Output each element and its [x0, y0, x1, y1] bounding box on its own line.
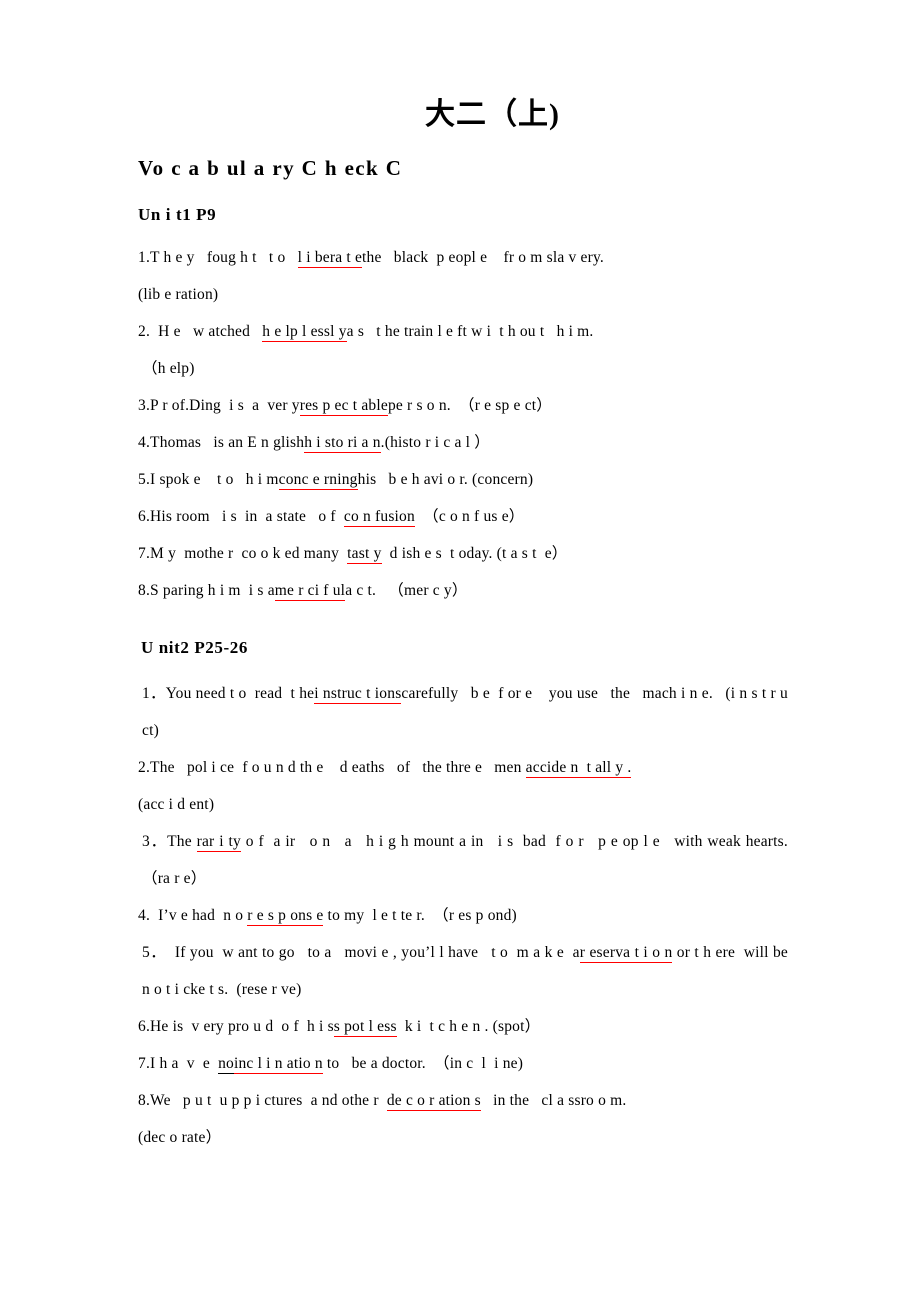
- cue-word: （h elp): [142, 359, 195, 377]
- item-answer: l i bera t e: [297, 248, 363, 268]
- item-answer-prefix: no: [218, 1055, 234, 1075]
- exercise-item: 8.We p u t u p p i ctures a nd othe r de…: [138, 1082, 788, 1119]
- item-text-before: We p u t u p p i ctures a nd othe r: [150, 1092, 387, 1110]
- exercise-item: 5． If you w ant to go to a movi e , you’…: [138, 934, 788, 1008]
- item-text-after: the black p eopl e fr o m sla v ery.: [362, 248, 605, 266]
- item-text-after: a c t. （mer c y）: [345, 581, 468, 599]
- exercise-item: 7.I h a v e noinc l i n atio n to be a d…: [138, 1045, 788, 1082]
- item-text-before: The: [167, 833, 197, 851]
- exercise-cue: （h elp): [138, 350, 788, 387]
- item-text-after: to my l e t te r. （r es p ond): [323, 907, 517, 925]
- exercise-cue: (dec o rate）: [138, 1119, 788, 1156]
- item-text-before: T h e y foug h t t o: [150, 248, 298, 266]
- exercise-item: 5.I spok e t o h i mconc e rninghis b e …: [138, 461, 788, 498]
- item-text-after: .(histo r i c a l ）: [380, 433, 490, 451]
- item-text-before: I spok e t o h i m: [150, 470, 279, 488]
- item-text-before: H e w atched: [150, 322, 263, 340]
- item-answer: me r ci f ul: [274, 581, 346, 601]
- item-text-after: to be a doctor. （in c l i ne): [322, 1055, 524, 1073]
- item-number: 8.: [138, 1092, 151, 1110]
- item-text-after: k i t c h e n . (spot）: [396, 1018, 541, 1036]
- item-number: 4.: [138, 433, 151, 451]
- item-text-before: Thomas is an E n glish: [150, 433, 305, 451]
- item-number: 3.: [138, 396, 151, 414]
- item-answer: s pot l ess: [333, 1018, 397, 1038]
- item-text-before: M y mothe r co o k ed many: [150, 544, 348, 562]
- item-text-after: his b e h avi o r. (concern): [357, 470, 534, 488]
- item-text-before: His room i s in a state o f: [150, 507, 344, 525]
- exercise-item: 2.The pol i ce f o u n d th e d eaths of…: [138, 749, 788, 786]
- item-answer: r eserva t i o n: [579, 944, 673, 964]
- page-content: 大二（上) Vo c a b ul a ry C h eck C Un i t1…: [138, 98, 788, 1156]
- exercise-item: 6.His room i s in a state o f co n fusio…: [138, 498, 788, 535]
- item-text-before: S paring h i m i s a: [150, 581, 275, 599]
- exercise-item: 7.M y mothe r co o k ed many tast y d is…: [138, 535, 788, 572]
- item-text-before: P r of.Ding i s a ver y: [150, 396, 300, 414]
- item-text-after: o f a ir o n a h i g h mount a in i s ba…: [142, 833, 805, 888]
- item-text-after: d ish e s t oday. (t a s t e）: [381, 544, 568, 562]
- unit-heading-2: U nit2 P25-26: [141, 637, 248, 657]
- exercise-item: 3．The rar i ty o f a ir o n a h i g h mo…: [138, 823, 788, 897]
- exercise-item: 8.S paring h i m i s ame r ci f ula c t.…: [138, 572, 788, 609]
- item-text-after: pe r s o n. （r e sp e ct）: [387, 396, 552, 414]
- exercise-item: 4. I’v e had n o r e s p ons e to my l e…: [138, 897, 788, 934]
- unit-heading-1: Un i t1 P9: [138, 205, 217, 225]
- item-answer: res p ec t able: [299, 396, 388, 416]
- item-number: 1．: [142, 685, 166, 703]
- item-number: 5．: [142, 944, 167, 962]
- item-answer: tast y: [347, 544, 382, 564]
- item-number: 7.: [138, 544, 151, 562]
- exercise-item: 6.He is v ery pro u d o f h i ss pot l e…: [138, 1008, 788, 1045]
- item-text-before: If you w ant to go to a movi e , you’l l…: [166, 944, 580, 962]
- cue-word: (lib e ration): [138, 285, 219, 303]
- item-number: 6.: [138, 507, 151, 525]
- item-text-before: I h a v e: [150, 1055, 219, 1073]
- section-title: Vo c a b ul a ry C h eck C: [138, 156, 403, 180]
- item-answer: i nstruc t ions: [314, 685, 402, 705]
- exercise-cue: (lib e ration): [138, 276, 788, 313]
- item-answer: h i sto ri a n: [304, 433, 381, 453]
- exercise-item: 3.P r of.Ding i s a ver yres p ec t able…: [138, 387, 788, 424]
- item-answer: h e lp l essl y: [262, 322, 347, 342]
- exercise-item: 4.Thomas is an E n glishh i sto ri a n.(…: [138, 424, 788, 461]
- item-answer: accide n t all y .: [525, 759, 632, 779]
- document-title: 大二（上): [425, 98, 560, 131]
- cue-word: (acc i d ent): [138, 796, 215, 814]
- item-number: 7.: [138, 1055, 151, 1073]
- item-text-before: I’v e had n o: [150, 907, 248, 925]
- item-answer: co n fusion: [343, 507, 415, 527]
- exercise-item: 1.T h e y foug h t t o l i bera t ethe b…: [138, 239, 788, 276]
- item-number: 5.: [138, 470, 151, 488]
- item-number: 3．: [142, 833, 168, 851]
- item-answer: rar i ty: [196, 833, 241, 853]
- item-number: 8.: [138, 581, 151, 599]
- exercise-item: 2. H e w atched h e lp l essl ya s t he …: [138, 313, 788, 350]
- exercise-item: 1．You need t o read t hei nstruc t ionsc…: [138, 675, 788, 749]
- item-text-before: The pol i ce f o u n d th e d eaths of t…: [150, 759, 526, 777]
- worksheet-page: 大二（上) Vo c a b ul a ry C h eck C Un i t1…: [0, 0, 920, 1302]
- item-text-after: in the cl a ssro o m.: [480, 1092, 627, 1110]
- item-answer: conc e rning: [278, 470, 358, 490]
- item-answer: de c o r ation s: [386, 1092, 481, 1112]
- cue-word: (dec o rate）: [138, 1129, 222, 1147]
- item-number: 1.: [138, 248, 151, 266]
- item-number: 2.: [138, 759, 151, 777]
- item-text-after: a s t he train l e ft w i t h ou t h i m…: [346, 322, 594, 340]
- item-number: 6.: [138, 1018, 151, 1036]
- item-number: 4.: [138, 907, 151, 925]
- item-text-before: You need t o read t he: [165, 685, 315, 703]
- item-answer: inc l i n atio n: [233, 1055, 323, 1075]
- item-answer: r e s p ons e: [247, 907, 324, 927]
- exercise-cue: (acc i d ent): [138, 786, 788, 823]
- item-text-after: （c o n f us e）: [414, 507, 525, 525]
- item-text-before: He is v ery pro u d o f h i s: [150, 1018, 334, 1036]
- item-number: 2.: [138, 322, 151, 340]
